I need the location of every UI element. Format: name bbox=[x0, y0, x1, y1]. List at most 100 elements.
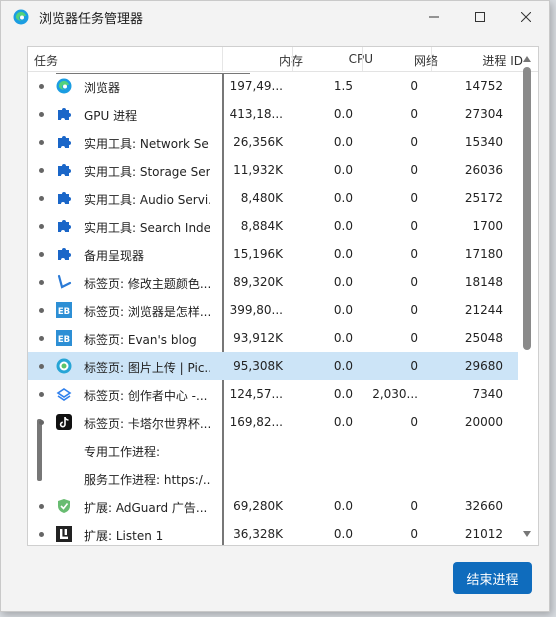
network-value: 0 bbox=[410, 107, 418, 121]
cpu-value: 0.0 bbox=[333, 135, 353, 149]
tiktok-icon bbox=[56, 414, 72, 430]
cpu-value: 0.0 bbox=[333, 527, 353, 541]
eb-icon: EB bbox=[56, 302, 72, 318]
image-upload-icon bbox=[56, 358, 72, 374]
table-row[interactable]: 浏览器 197,49... 1.5 0 14752 bbox=[28, 72, 518, 100]
table-row[interactable]: GPU 进程 413,18... 0.0 0 27304 bbox=[28, 100, 518, 128]
row-bullet-icon bbox=[39, 252, 44, 257]
task-manager-window: 浏览器任务管理器 任务 内存 CPU 网络 进程 ID 浏览器 197,49...… bbox=[0, 0, 550, 612]
table-row[interactable]: 扩展: AdGuard 广告... 69,280K 0.0 0 32660 bbox=[28, 492, 518, 520]
column-header-cpu[interactable]: CPU bbox=[349, 52, 373, 66]
task-name: 标签页: 浏览器是怎样... bbox=[84, 305, 210, 319]
scroll-down-icon[interactable] bbox=[523, 531, 531, 537]
table-row[interactable]: 服务工作进程: https:/... bbox=[28, 464, 518, 492]
column-header-network[interactable]: 网络 bbox=[414, 52, 438, 69]
pid-value: 27304 bbox=[464, 107, 503, 121]
pid-value: 15340 bbox=[464, 135, 503, 149]
table-row[interactable]: 标签页: 卡塔尔世界杯... 169,82... 0.0 0 20000 bbox=[28, 408, 518, 436]
table-row[interactable]: 实用工具: Storage Ser... 11,932K 0.0 0 26036 bbox=[28, 156, 518, 184]
memory-value: 93,912K bbox=[233, 331, 283, 345]
task-name: 标签页: 图片上传 | Pic... bbox=[84, 361, 210, 375]
network-value: 0 bbox=[410, 275, 418, 289]
puzzle-icon bbox=[56, 106, 72, 122]
table-row[interactable]: 标签页: 修改主题颜色... 89,320K 0.0 0 18148 bbox=[28, 268, 518, 296]
cpu-value: 0.0 bbox=[333, 303, 353, 317]
puzzle-icon bbox=[56, 134, 72, 150]
table-row[interactable]: 实用工具: Audio Servi... 8,480K 0.0 0 25172 bbox=[28, 184, 518, 212]
table-row[interactable]: EB 标签页: Evan's blog 93,912K 0.0 0 25048 bbox=[28, 324, 518, 352]
memory-value: 8,884K bbox=[240, 219, 283, 233]
network-value: 2,030... bbox=[372, 387, 418, 401]
cpu-value: 0.0 bbox=[333, 359, 353, 373]
pid-value: 26036 bbox=[464, 163, 503, 177]
table-body: 浏览器 197,49... 1.5 0 14752 GPU 进程 413,18... 0.0 0… bbox=[28, 72, 518, 545]
pid-value: 21244 bbox=[464, 303, 503, 317]
memory-value: 124,57... bbox=[229, 387, 283, 401]
row-bullet-icon bbox=[39, 224, 44, 229]
task-name: 标签页: 卡塔尔世界杯... bbox=[84, 417, 210, 431]
pid-value: 25048 bbox=[464, 331, 503, 345]
cpu-value: 0.0 bbox=[333, 219, 353, 233]
task-name: 标签页: 创作者中心 -... bbox=[84, 389, 208, 403]
edge-icon bbox=[13, 9, 29, 25]
task-name: 备用呈现器 bbox=[84, 249, 145, 263]
column-header-pid[interactable]: 进程 ID bbox=[482, 52, 523, 69]
row-bullet-icon bbox=[39, 196, 44, 201]
row-bullet-icon bbox=[39, 336, 44, 341]
listen-icon bbox=[56, 526, 72, 542]
network-value: 0 bbox=[410, 415, 418, 429]
maximize-button[interactable] bbox=[457, 1, 503, 33]
pid-value: 7340 bbox=[472, 387, 503, 401]
task-name: 实用工具: Search Inde... bbox=[84, 221, 210, 235]
task-name: 扩展: AdGuard 广告... bbox=[84, 501, 208, 515]
close-button[interactable] bbox=[503, 1, 549, 33]
cpu-value: 0.0 bbox=[333, 415, 353, 429]
memory-value: 15,196K bbox=[233, 247, 283, 261]
cpu-value: 0.0 bbox=[333, 247, 353, 261]
pid-value: 20000 bbox=[464, 415, 503, 429]
task-name: 实用工具: Audio Servi... bbox=[84, 193, 210, 207]
network-value: 0 bbox=[410, 247, 418, 261]
row-bullet-icon bbox=[39, 280, 44, 285]
table-row[interactable]: 实用工具: Network Se... 26,356K 0.0 0 15340 bbox=[28, 128, 518, 156]
scroll-up-icon[interactable] bbox=[523, 56, 531, 62]
cpu-value: 0.0 bbox=[333, 107, 353, 121]
cpu-value: 0.0 bbox=[333, 275, 353, 289]
task-name: 专用工作进程: bbox=[84, 445, 161, 459]
network-value: 0 bbox=[410, 499, 418, 513]
column-header-memory[interactable]: 内存 bbox=[279, 52, 303, 69]
scrollbar-thumb[interactable] bbox=[523, 67, 531, 350]
end-process-button[interactable]: 结束进程 bbox=[453, 562, 532, 594]
table-header: 任务 内存 CPU 网络 进程 ID bbox=[28, 47, 538, 72]
pid-value: 25172 bbox=[464, 191, 503, 205]
puzzle-icon bbox=[56, 246, 72, 262]
table-row[interactable]: 专用工作进程: bbox=[28, 436, 518, 464]
vertical-scrollbar[interactable] bbox=[518, 47, 538, 545]
task-name: 服务工作进程: https:/... bbox=[84, 473, 210, 487]
svg-text:EB: EB bbox=[58, 335, 70, 345]
task-name: GPU 进程 bbox=[84, 109, 138, 123]
network-value: 0 bbox=[410, 191, 418, 205]
row-bullet-icon bbox=[39, 112, 44, 117]
table-row[interactable]: 标签页: 创作者中心 -... 124,57... 0.0 2,030... 7340 bbox=[28, 380, 518, 408]
table-row[interactable]: 备用呈现器 15,196K 0.0 0 17180 bbox=[28, 240, 518, 268]
memory-value: 399,80... bbox=[229, 303, 283, 317]
network-value: 0 bbox=[410, 359, 418, 373]
pid-value: 18148 bbox=[464, 275, 503, 289]
row-bullet-icon bbox=[39, 168, 44, 173]
network-value: 0 bbox=[410, 527, 418, 541]
cpu-value: 0.0 bbox=[333, 163, 353, 177]
adguard-icon bbox=[56, 498, 72, 514]
cpu-value: 0.0 bbox=[333, 331, 353, 345]
cpu-value: 0.0 bbox=[333, 387, 353, 401]
cpu-value: 1.5 bbox=[333, 79, 353, 93]
table-row[interactable]: 扩展: Listen 1 36,328K 0.0 0 21012 bbox=[28, 520, 518, 545]
process-table: 任务 内存 CPU 网络 进程 ID 浏览器 197,49... 1.5 0 14752… bbox=[27, 46, 539, 546]
table-row[interactable]: EB 标签页: 浏览器是怎样... 399,80... 0.0 0 21244 bbox=[28, 296, 518, 324]
table-row[interactable]: 标签页: 图片上传 | Pic... 95,308K 0.0 0 29680 bbox=[28, 352, 518, 380]
column-header-task[interactable]: 任务 bbox=[34, 52, 58, 69]
network-value: 0 bbox=[410, 303, 418, 317]
minimize-button[interactable] bbox=[411, 1, 457, 33]
puzzle-icon bbox=[56, 218, 72, 234]
table-row[interactable]: 实用工具: Search Inde... 8,884K 0.0 0 1700 bbox=[28, 212, 518, 240]
